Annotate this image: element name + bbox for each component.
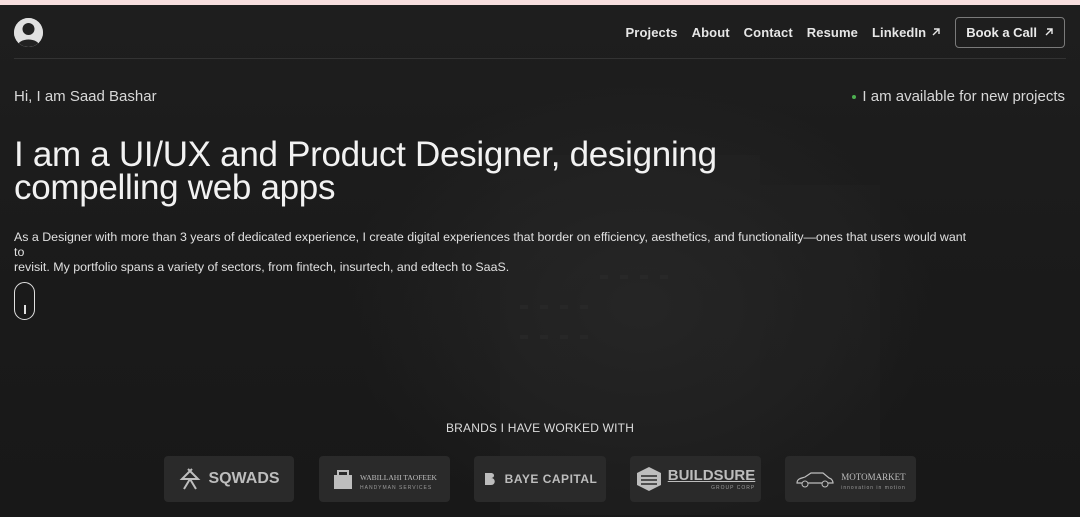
nav-link-contact[interactable]: Contact — [744, 25, 793, 40]
scroll-wheel — [24, 305, 26, 314]
brand-tagline: GROUP CORP — [711, 485, 756, 491]
book-a-call-label: Book a Call — [966, 25, 1037, 40]
scroll-down-mouse-icon[interactable] — [14, 282, 35, 320]
brand-tagline: HANDYMAN SERVICES — [360, 485, 433, 491]
nav-label: Projects — [625, 25, 678, 40]
brand-text: WABILLAHI TAOFEEK HANDYMAN SERVICES — [360, 467, 437, 491]
brand-name: BAYE CAPITAL — [504, 472, 598, 486]
nav-label: LinkedIn — [871, 25, 927, 40]
toolbox-logo-icon — [332, 467, 354, 491]
brand-logo-baye-capital: BAYE CAPITAL — [474, 456, 606, 502]
header-divider — [14, 58, 1066, 59]
nav-link-projects[interactable]: Projects — [626, 25, 678, 40]
nav-link-about[interactable]: About — [692, 25, 730, 40]
brand-logo-motomarket: MOTOMARKET innovation in motion — [785, 456, 916, 502]
intro-paragraph: As a Designer with more than 3 years of … — [14, 230, 974, 275]
availability-text: I am available for new projects — [862, 88, 1065, 105]
nav-label: About — [691, 25, 730, 40]
avatar[interactable] — [14, 18, 43, 47]
avatar-silhouette-icon — [14, 18, 43, 47]
brand-logo-sqwads: SQWADS — [164, 456, 294, 502]
nav-link-resume[interactable]: Resume — [807, 25, 858, 40]
intro-line-1: As a Designer with more than 3 years of … — [14, 230, 967, 259]
nav-label: Contact — [743, 25, 793, 40]
page-title: I am a UI/UX and Product Designer, desig… — [14, 137, 774, 207]
brand-text: BUILDSURE GROUP CORP — [668, 467, 756, 491]
status-dot-icon — [852, 94, 857, 99]
brand-name: BUILDSURE — [667, 467, 756, 484]
brand-logo-buildsure: BUILDSURE GROUP CORP — [630, 456, 761, 502]
brand-name: MOTOMARKET — [841, 472, 906, 482]
sqwads-logo-icon — [178, 467, 202, 491]
main-nav: Projects About Contact Resume LinkedIn B… — [626, 17, 1065, 48]
greeting: Hi, I am Saad Bashar — [14, 88, 157, 105]
brand-logo-wabillahi-taofeek: WABILLAHI TAOFEEK HANDYMAN SERVICES — [319, 456, 450, 502]
arrow-up-right-icon — [931, 26, 941, 40]
car-logo-icon — [795, 470, 835, 488]
baye-capital-logo-icon — [483, 471, 499, 487]
brand-tagline: innovation in motion — [841, 485, 906, 491]
nav-link-linkedin[interactable]: LinkedIn — [872, 25, 941, 40]
intro-line-2: revisit. My portfolio spans a variety of… — [14, 260, 510, 274]
nav-label: Resume — [806, 25, 858, 40]
buildsure-logo-icon — [636, 466, 662, 492]
headline-line-2: compelling web apps — [14, 168, 336, 207]
arrow-up-right-icon — [1044, 26, 1054, 40]
brand-name: WABILLAHI TAOFEEK — [360, 473, 437, 482]
brand-name: SQWADS — [208, 470, 280, 487]
book-a-call-button[interactable]: Book a Call — [955, 17, 1065, 48]
availability-status: I am available for new projects — [852, 88, 1065, 105]
brands-heading: BRANDS I HAVE WORKED WITH — [445, 421, 635, 435]
brand-text: MOTOMARKET innovation in motion — [841, 467, 905, 491]
